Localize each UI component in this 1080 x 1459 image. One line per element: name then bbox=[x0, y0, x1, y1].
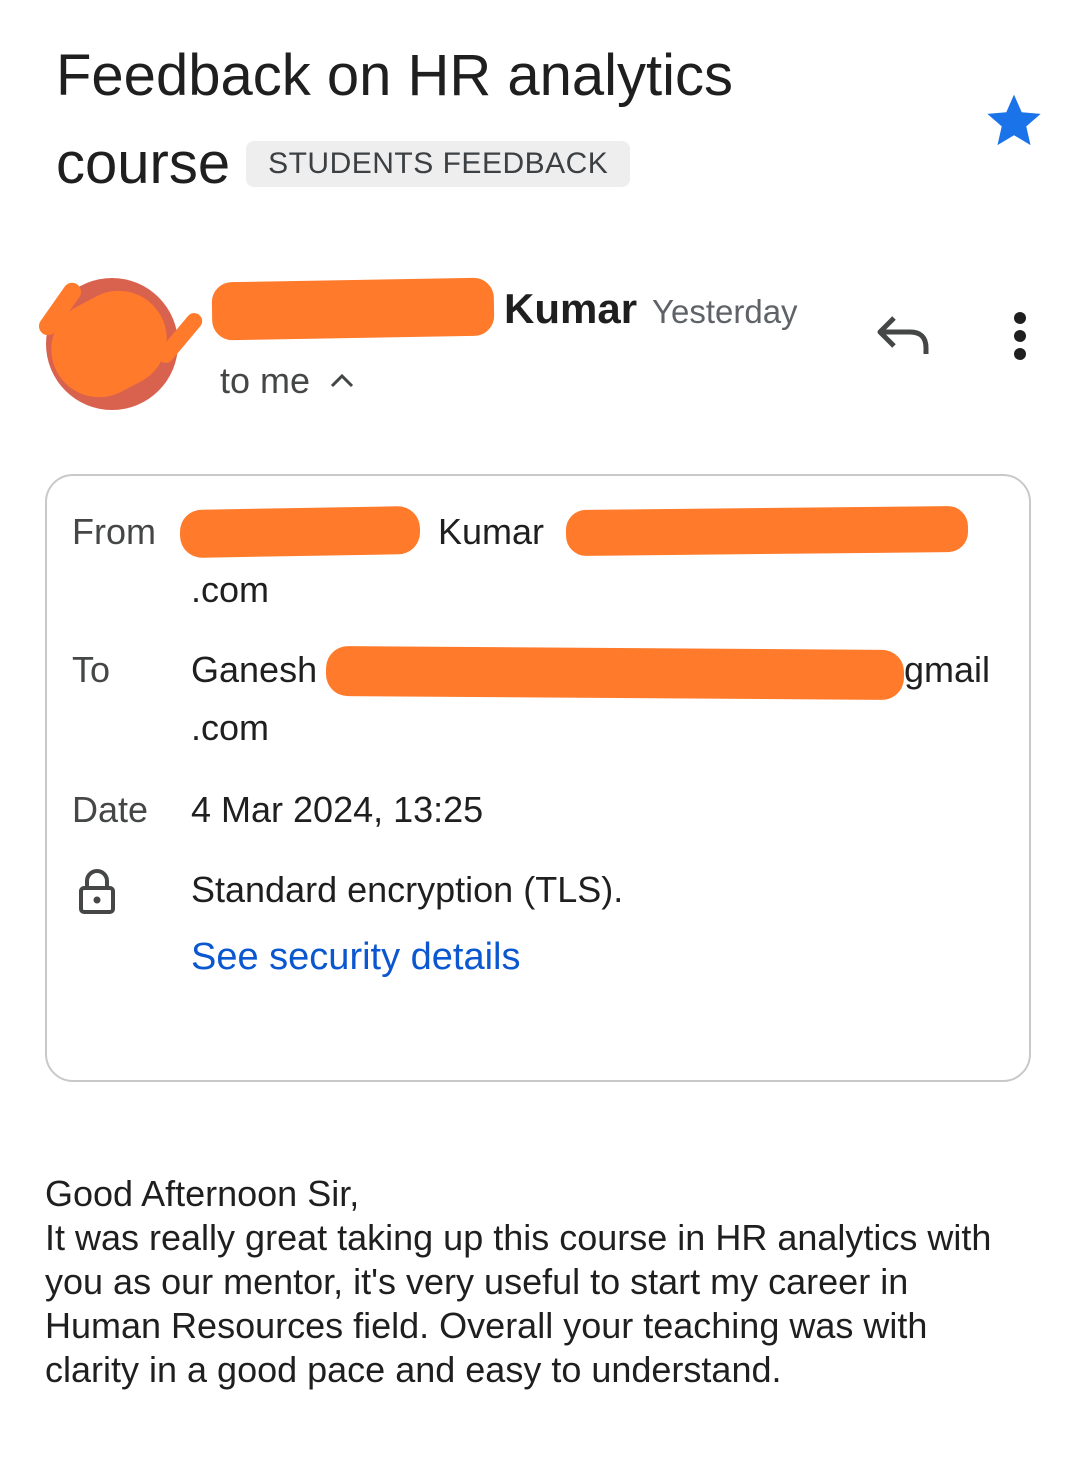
from-name-redaction bbox=[179, 505, 421, 559]
sender-timestamp: Yesterday bbox=[652, 293, 798, 330]
to-name: Ganesh bbox=[191, 649, 318, 690]
from-label: From bbox=[72, 511, 156, 552]
from-name: Kumar bbox=[438, 511, 545, 552]
date-value: 4 Mar 2024, 13:25 bbox=[191, 789, 484, 830]
email-subject-line-2: course STUDENTS FEEDBACK bbox=[56, 128, 631, 200]
chevron-up-icon bbox=[330, 373, 354, 388]
email-body: Good Afternoon Sir, It was really great … bbox=[45, 1172, 1045, 1392]
lock-icon bbox=[79, 869, 115, 914]
star-button[interactable] bbox=[982, 88, 1046, 152]
email-subject-line-1: Feedback on HR analytics bbox=[56, 43, 733, 108]
body-greeting: Good Afternoon Sir, bbox=[45, 1173, 360, 1214]
email-details-card bbox=[45, 474, 1031, 1082]
sender-name[interactable]: Kumar bbox=[504, 284, 637, 334]
see-security-details-link[interactable]: See security details bbox=[191, 934, 521, 980]
to-email-domain: gmail bbox=[904, 649, 991, 690]
more-options-button[interactable] bbox=[1000, 306, 1040, 366]
encryption-text: Standard encryption (TLS). bbox=[191, 869, 624, 910]
to-label: To bbox=[72, 649, 111, 690]
sender-name-redaction bbox=[211, 277, 495, 341]
email-subject-word: course bbox=[56, 131, 231, 196]
body-line: It was really great taking up this cours… bbox=[45, 1217, 992, 1258]
from-email-redaction bbox=[565, 505, 969, 557]
label-chip[interactable]: STUDENTS FEEDBACK bbox=[246, 141, 631, 187]
to-email-redaction bbox=[325, 645, 905, 701]
more-vert-icon bbox=[1014, 312, 1026, 360]
body-line: clarity in a good pace and easy to under… bbox=[45, 1349, 782, 1390]
from-email-suffix: .com bbox=[191, 569, 270, 610]
recipient-details-toggle[interactable]: to me bbox=[220, 356, 356, 406]
body-line: Human Resources field. Overall your teac… bbox=[45, 1305, 928, 1346]
reply-icon bbox=[877, 316, 929, 354]
to-email-suffix: .com bbox=[191, 707, 270, 748]
body-line: you as our mentor, it's very useful to s… bbox=[45, 1261, 909, 1302]
recipient-summary: to me bbox=[220, 360, 311, 401]
star-icon bbox=[987, 94, 1041, 146]
reply-button[interactable] bbox=[872, 306, 936, 362]
date-label: Date bbox=[72, 789, 149, 830]
